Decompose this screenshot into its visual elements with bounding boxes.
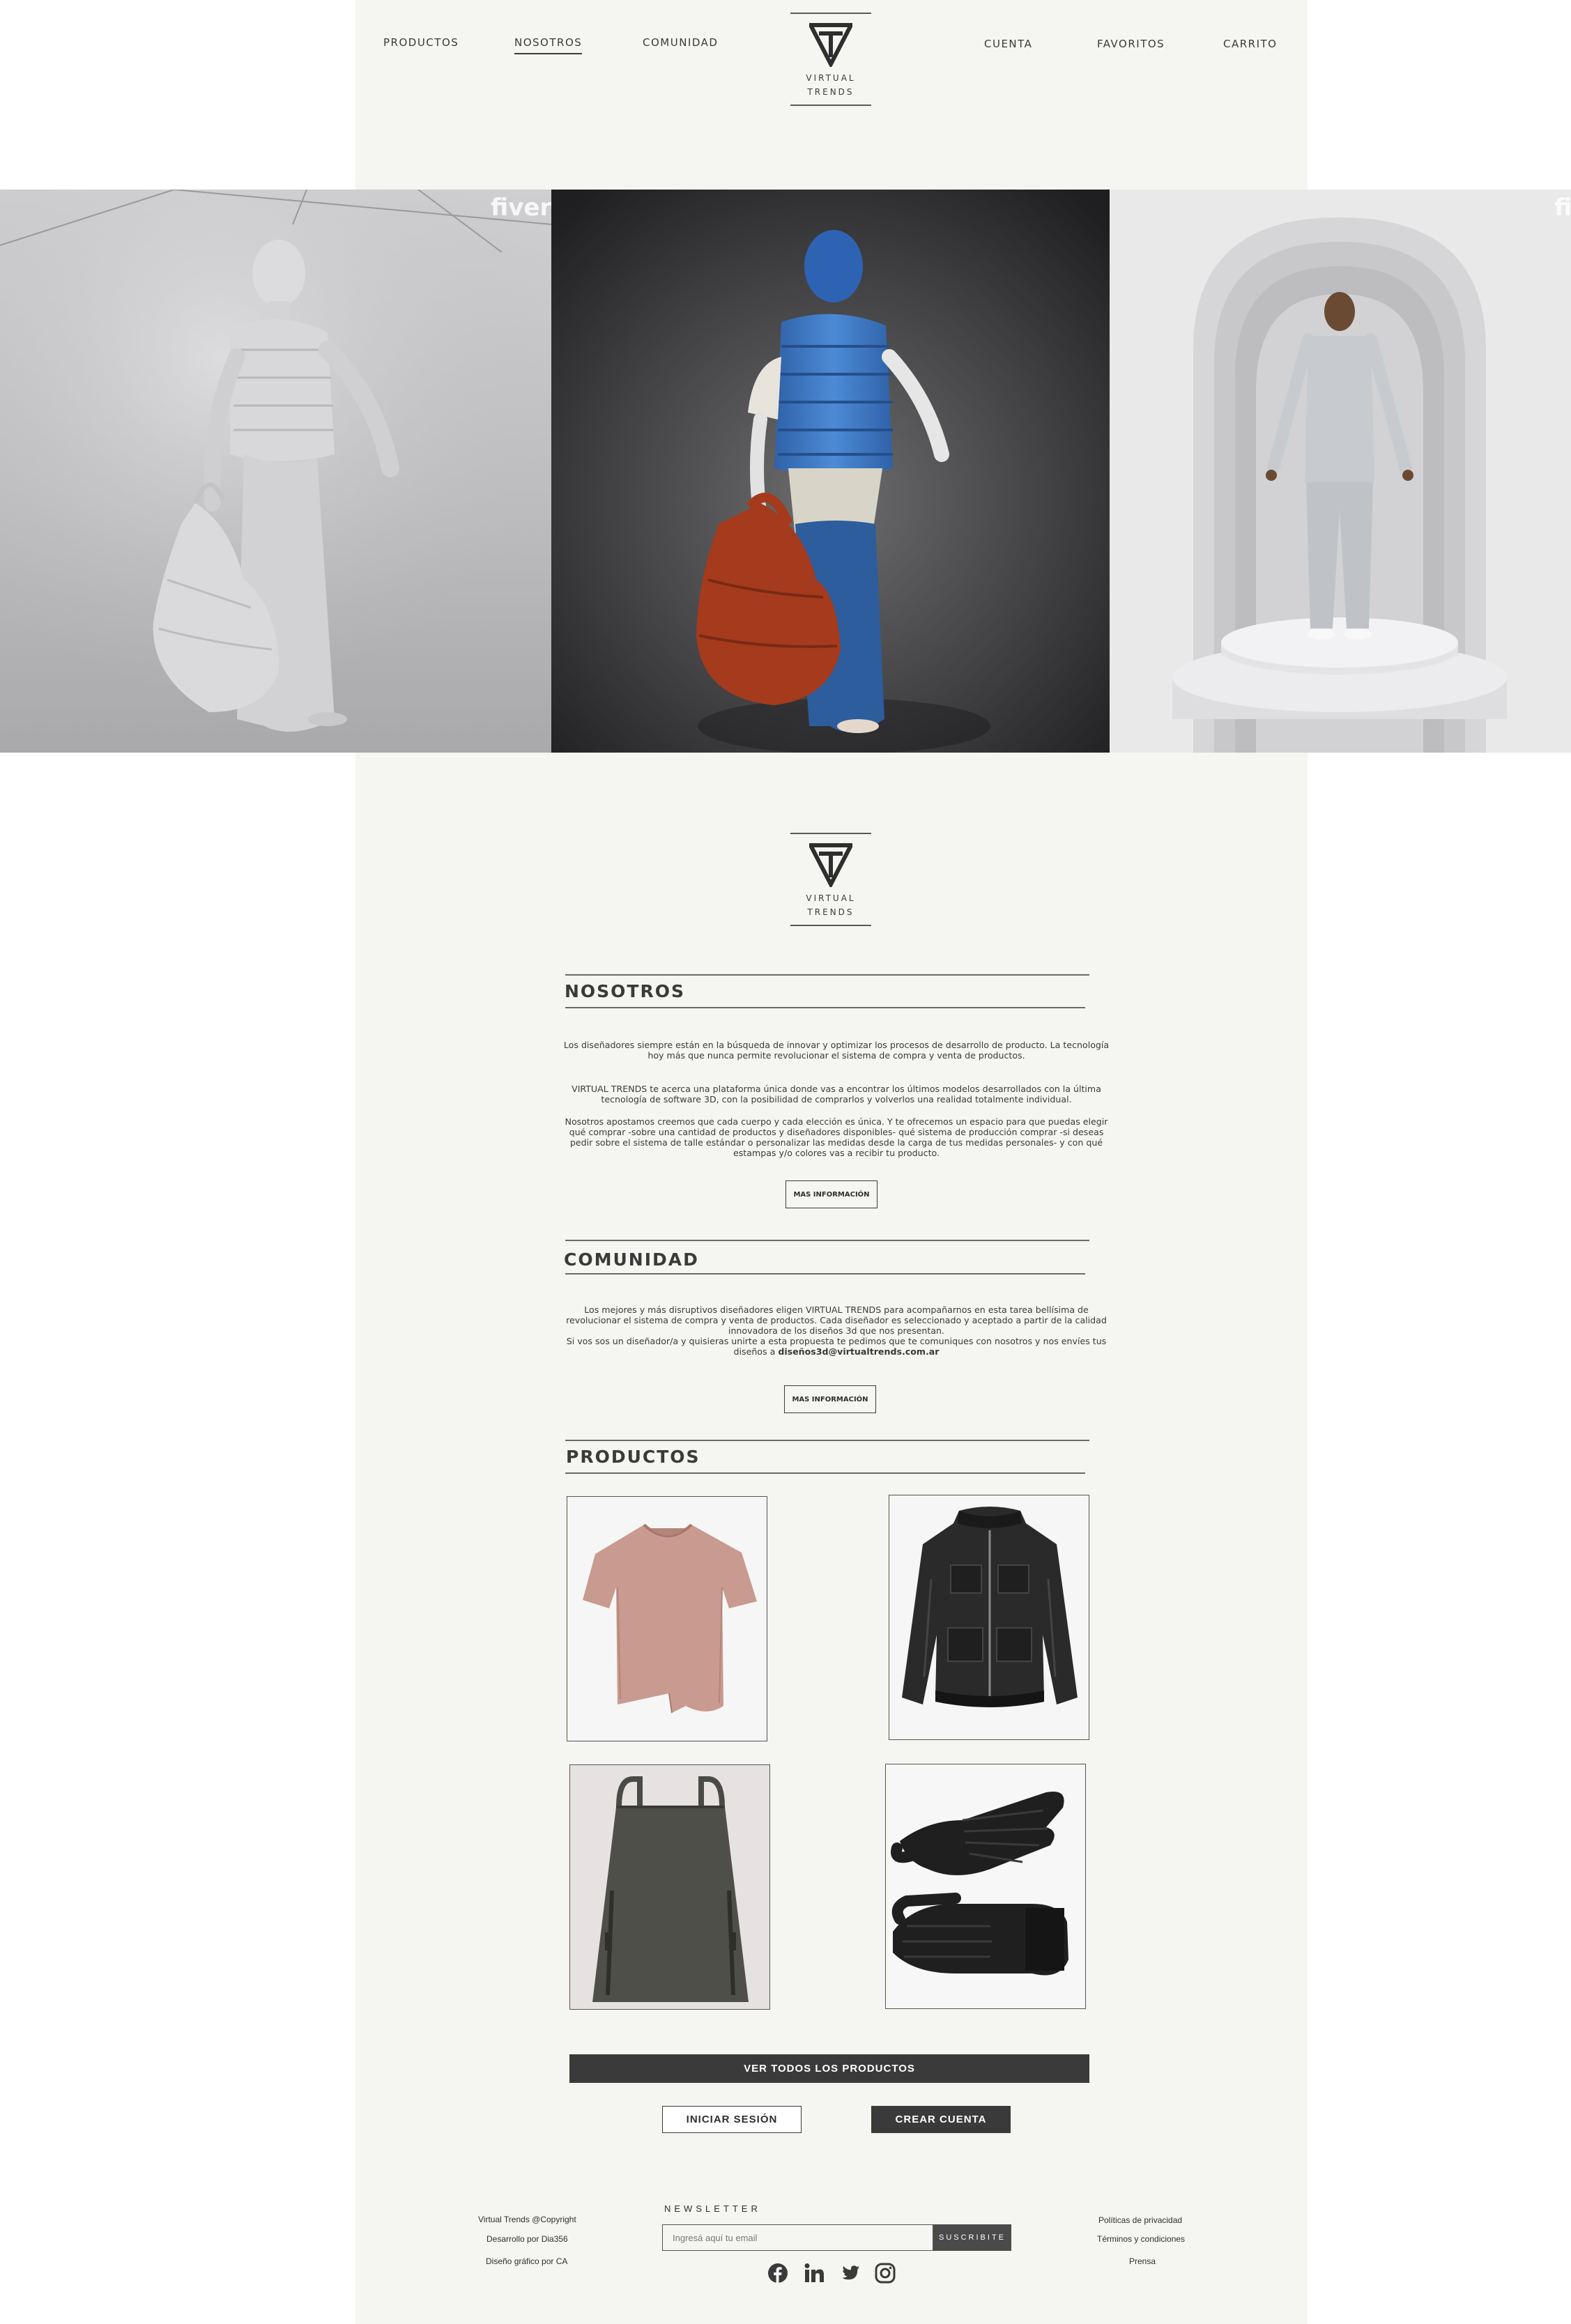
section-logo: VIRTUAL TRENDS [790,833,871,926]
nosotros-info-button[interactable]: MAS INFORMACIÓN [786,1180,878,1208]
nav-productos[interactable]: PRODUCTOS [383,36,459,49]
hero-image-arch-model: fiverr. [1110,190,1571,753]
jacket-image [889,1495,1089,1739]
footer-privacy-link[interactable]: Políticas de privacidad [1098,2215,1182,2225]
nav-cuenta[interactable]: CUENTA [984,38,1032,50]
section-logo-line-1: VIRTUAL [806,893,856,903]
nosotros-rule-bottom [565,1007,1085,1008]
newsletter-title: NEWSLETTER [664,2203,761,2214]
product-card-backpack[interactable] [569,1764,770,2010]
logo-line-1: VIRTUAL [806,73,856,83]
logo-rule-top [790,13,871,14]
comunidad-rule-bottom [565,1273,1085,1275]
hero-image-grey-model: fiverr. [0,190,551,753]
logo-wordmark: VIRTUAL TRENDS [806,71,855,99]
nav-favoritos[interactable]: FAVORITOS [1097,38,1165,50]
section-logo-line-2: TRENDS [807,907,855,917]
comunidad-title: COMUNIDAD [564,1249,699,1270]
grey-model-illustration [0,190,551,753]
twitter-icon[interactable] [839,2263,860,2284]
nosotros-paragraph-2: VIRTUAL TRENDS te acerca una plataforma … [572,1084,1101,1105]
comunidad-email-link[interactable]: diseños3d@virtualtrends.com.ar [778,1346,939,1357]
watermark-text: fiverr. [491,194,551,222]
nosotros-rule-top [565,974,1089,976]
watermark-text-2: fiverr. [1554,194,1571,222]
comunidad-rule-top [565,1240,1089,1241]
nosotros-paragraph-3: Nosotros apostamos creemos que cada cuer… [565,1116,1108,1158]
footer-press-link[interactable]: Prensa [1129,2256,1156,2266]
nosotros-title: NOSOTROS [565,981,685,1001]
nosotros-paragraph-1: Los diseñadores siempre están en la búsq… [563,1040,1110,1061]
footer-design-credit[interactable]: Diseño gráfico por CA [486,2256,567,2266]
facebook-icon[interactable] [767,2263,788,2284]
nav-carrito[interactable]: CARRITO [1223,38,1277,50]
backpack-image [570,1765,769,2009]
product-card-jacket[interactable] [889,1495,1089,1740]
hero-image-colour-model [551,190,1110,753]
section-logo-rule-bottom [790,925,871,926]
logo-line-2: TRENDS [807,87,855,97]
comunidad-info-button[interactable]: MAS INFORMACIÓN [784,1385,876,1413]
login-button[interactable]: INICIAR SESIÓN [662,2106,802,2133]
product-card-gloves[interactable] [885,1764,1086,2009]
logo[interactable]: VIRTUAL TRENDS [790,13,871,106]
productos-rule-top [565,1440,1089,1441]
footer-terms-link[interactable]: Términos y condiciones [1097,2234,1185,2244]
view-all-products-button[interactable]: VER TODOS LOS PRODUCTOS [569,2054,1089,2083]
footer-dev-credit[interactable]: Desarrollo por Dia356 [486,2234,568,2244]
section-logo-mark-icon [809,843,852,887]
instagram-icon[interactable] [875,2263,896,2284]
comunidad-paragraph-2: Si vos sos un diseñador/a y quisieras un… [561,1336,1112,1357]
comunidad-text: Los mejores y más disruptivos diseñadore… [561,1305,1112,1357]
arch-model-illustration [1110,190,1571,753]
tshirt-image [567,1497,767,1741]
footer-copyright: Virtual Trends @Copyright [478,2215,576,2224]
newsletter-subscribe-button[interactable]: SUSCRIBITE [933,2224,1011,2251]
linkedin-icon[interactable] [804,2263,825,2284]
section-logo-rule-top [790,833,871,834]
section-logo-wordmark: VIRTUAL TRENDS [806,891,855,919]
nav-comunidad[interactable]: COMUNIDAD [643,36,718,49]
newsletter-email-input[interactable] [662,2224,933,2251]
logo-rule-bottom [790,105,871,106]
productos-title: PRODUCTOS [566,1447,700,1467]
nav-nosotros[interactable]: NOSOTROS [514,36,583,54]
comunidad-paragraph-1: Los mejores y más disruptivos diseñadore… [566,1305,1107,1336]
nosotros-text: Los diseñadores siempre están en la búsq… [561,1040,1112,1158]
logo-mark-icon [809,23,852,67]
gloves-image [886,1764,1085,2008]
signup-button[interactable]: CREAR CUENTA [871,2106,1011,2133]
productos-rule-bottom [565,1472,1085,1474]
colour-model-illustration [551,190,1110,753]
product-card-tshirt[interactable] [567,1496,767,1741]
